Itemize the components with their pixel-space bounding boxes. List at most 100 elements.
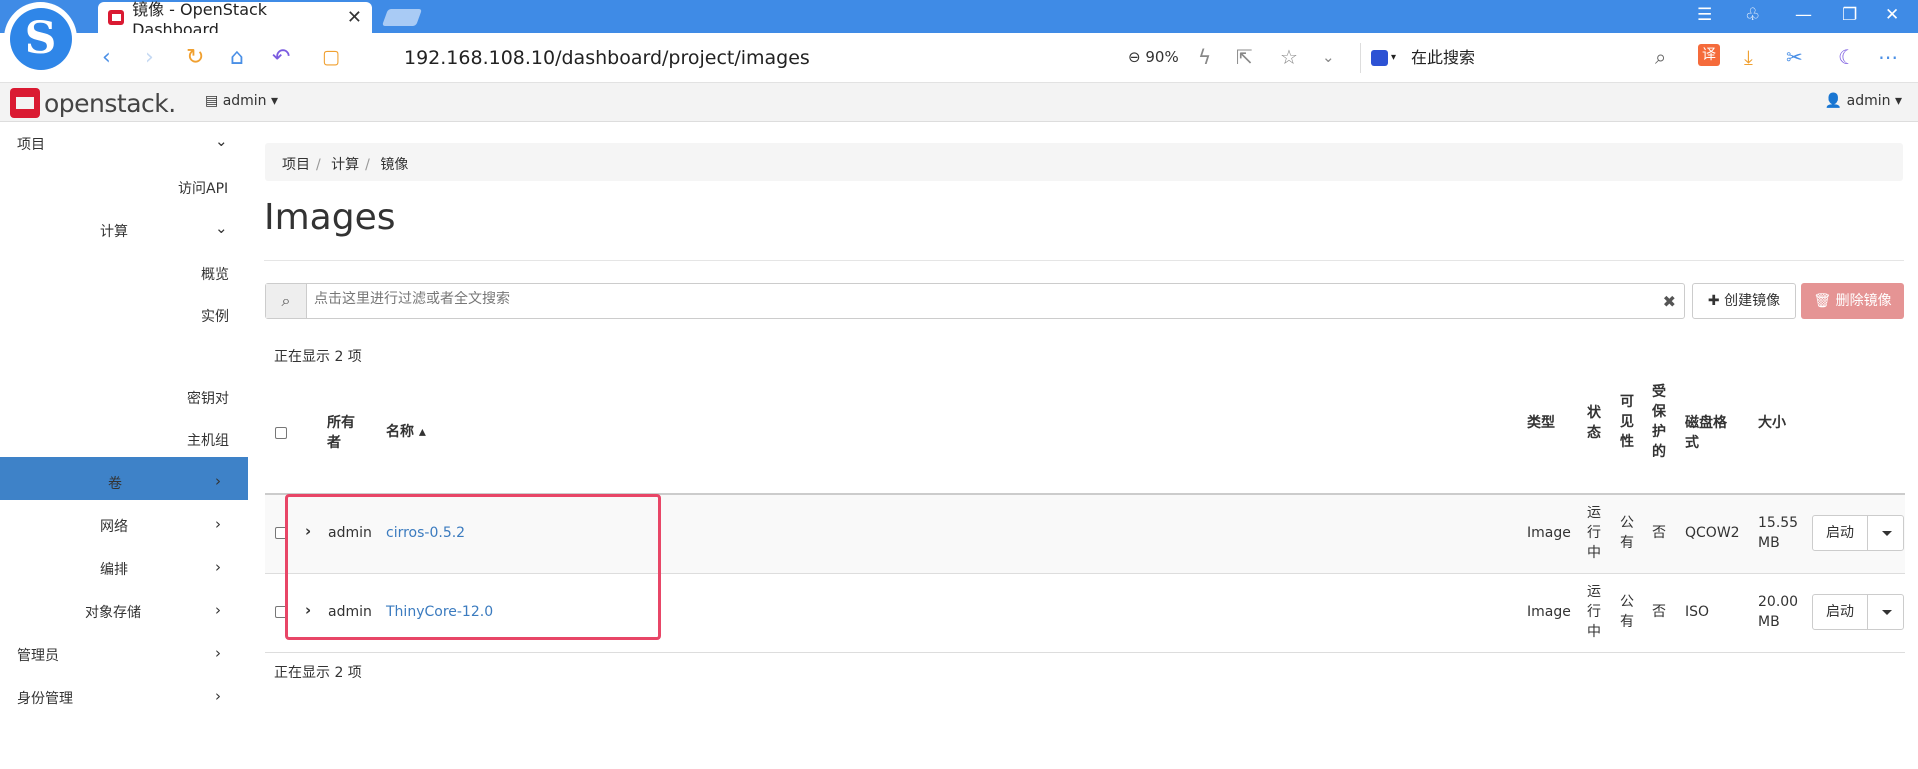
column-header-size[interactable]: 大小 <box>1758 413 1786 433</box>
sidebar-item-orchestration[interactable]: 编排 › <box>100 558 232 579</box>
select-all-checkbox[interactable] <box>275 427 287 439</box>
window-close-icon[interactable]: ✕ <box>1885 5 1899 25</box>
column-header-disk-format[interactable]: 磁盘格 式 <box>1685 413 1727 453</box>
header-line: 状 <box>1587 405 1601 421</box>
sidebar-item-label: 编排 <box>100 562 128 578</box>
search-engine-text: 在此搜索 <box>1411 48 1476 67</box>
create-image-label: 创建镜像 <box>1724 293 1781 309</box>
breadcrumb-item-project[interactable]: 项目 <box>282 157 310 173</box>
cell-line: 运 <box>1587 584 1601 600</box>
header-line: 性 <box>1620 434 1634 450</box>
trash-icon: 🗑 <box>1813 293 1832 309</box>
sidebar-item-api-access[interactable]: 访问API <box>178 178 228 198</box>
caret-icon: ▾ <box>1391 52 1397 63</box>
annotation-highlight-box <box>285 494 661 640</box>
sidebar-item-label: 主机组 <box>187 433 229 449</box>
cell-line: 行 <box>1587 604 1601 620</box>
sidebar-item-images[interactable]: 镜像 <box>201 347 229 367</box>
browser-logo-icon[interactable]: S <box>4 2 77 75</box>
search-icon: ⌕ <box>266 284 307 318</box>
user-menu[interactable]: 👤 admin ▾ <box>1825 93 1902 109</box>
reload-icon[interactable]: ↻ <box>186 45 204 70</box>
column-header-protected[interactable]: 受 保 护 的 <box>1652 382 1666 462</box>
download-icon[interactable]: ⤓ <box>1744 45 1753 69</box>
cell-line: 有 <box>1620 535 1634 551</box>
url-input[interactable]: 192.168.108.10/dashboard/project/images <box>404 47 810 69</box>
more-icon[interactable]: ⋯ <box>1878 45 1898 69</box>
zoom-level[interactable]: ⊖ 90% <box>1128 48 1179 66</box>
launch-button[interactable]: 启动 <box>1813 516 1868 550</box>
column-header-status[interactable]: 状 态 <box>1587 403 1601 443</box>
back-icon[interactable]: ‹ <box>102 45 111 70</box>
sidebar-item-label: 计算 <box>100 224 128 240</box>
restore-icon[interactable]: ❐ <box>1842 5 1857 25</box>
breadcrumb-item-compute[interactable]: 计算 <box>331 157 359 173</box>
column-header-name[interactable]: 名称 ▴ <box>386 422 426 442</box>
chevron-down-icon: ⌄ <box>215 132 228 150</box>
cell-line: 有 <box>1620 614 1634 630</box>
translate-icon[interactable]: 译 <box>1698 44 1720 66</box>
sidebar: 项目 ⌄ 访问API 计算 ⌄ 概览 实例 镜像 密钥对 主机组 卷 › 网络 … <box>0 122 248 769</box>
column-header-type[interactable]: 类型 <box>1527 413 1555 433</box>
sidebar-item-project[interactable]: 项目 ⌄ <box>17 132 232 154</box>
new-tab-button[interactable] <box>381 9 423 26</box>
home-icon[interactable]: ⌂ <box>230 45 244 70</box>
search-icon[interactable]: ⌕ <box>1655 45 1666 69</box>
header-line: 式 <box>1685 435 1699 451</box>
forward-icon[interactable]: › <box>145 45 154 70</box>
sidebar-item-identity[interactable]: 身份管理 › <box>17 687 232 708</box>
clear-icon[interactable]: ✖ <box>1663 292 1676 311</box>
sidebar-item-key-pairs[interactable]: 密钥对 <box>187 388 229 408</box>
night-mode-icon[interactable]: ☾ <box>1838 45 1856 69</box>
create-image-button[interactable]: ✚ 创建镜像 <box>1692 283 1796 319</box>
cell-size: 15.55 MB <box>1758 513 1798 553</box>
project-selector[interactable]: ▤ admin ▾ <box>205 93 278 109</box>
cell-line: 公 <box>1620 515 1634 531</box>
launch-button[interactable]: 启动 <box>1813 595 1868 629</box>
filter-bar: ⌕ ✖ <box>265 283 1685 319</box>
reader-icon[interactable]: ▢ <box>322 46 340 68</box>
logo-text: openstack. <box>44 88 176 118</box>
dropdown-caret-icon[interactable] <box>1882 610 1892 615</box>
minimize-icon[interactable]: — <box>1795 5 1812 25</box>
sidebar-item-object-store[interactable]: 对象存储 › <box>85 601 232 622</box>
filter-input[interactable] <box>314 291 1634 307</box>
chevron-right-icon: › <box>215 515 221 533</box>
sidebar-item-network[interactable]: 网络 › <box>100 515 232 536</box>
sidebar-item-volumes[interactable]: 卷 › <box>108 472 232 493</box>
page-title: Images <box>264 197 396 238</box>
chevron-right-icon: › <box>215 644 221 662</box>
openstack-logo-icon <box>10 88 40 118</box>
menu-icon[interactable]: ☰ <box>1697 5 1712 25</box>
star-icon[interactable]: ☆ <box>1280 45 1298 69</box>
sidebar-item-instances[interactable]: 实例 <box>201 306 229 326</box>
skin-icon[interactable]: ♧ <box>1745 5 1760 25</box>
lightning-icon[interactable]: ϟ <box>1198 45 1211 69</box>
delete-images-button[interactable]: 🗑 删除镜像 <box>1801 283 1904 319</box>
cell-line: 运 <box>1587 505 1601 521</box>
column-header-owner[interactable]: 所有 者 <box>327 413 355 453</box>
chevron-right-icon: › <box>215 601 221 619</box>
openstack-logo[interactable]: openstack. <box>10 88 176 118</box>
header-line: 可 <box>1620 394 1634 410</box>
sidebar-item-overview[interactable]: 概览 <box>201 264 229 284</box>
tab-close-icon[interactable]: ✕ <box>347 7 362 28</box>
dropdown-caret-icon[interactable] <box>1882 531 1892 536</box>
sidebar-item-compute[interactable]: 计算 ⌄ <box>100 219 232 241</box>
scissors-icon[interactable]: ✂ <box>1786 45 1803 69</box>
cell-line: 15.55 <box>1758 515 1799 531</box>
undo-icon[interactable]: ↶ <box>272 45 290 70</box>
browser-tab[interactable]: 镜像 - OpenStack Dashboard ✕ <box>98 0 372 39</box>
launch-split-button: 启动 <box>1812 594 1904 630</box>
sidebar-item-label: 网络 <box>100 519 128 535</box>
sidebar-item-label: 概览 <box>201 267 229 283</box>
share-icon[interactable]: ⇱ <box>1236 45 1253 69</box>
column-header-visibility[interactable]: 可 见 性 <box>1620 392 1634 452</box>
chevron-down-icon[interactable]: ⌄ <box>1322 48 1335 66</box>
sidebar-item-label: 镜像 <box>201 350 229 366</box>
header-line: 态 <box>1587 425 1601 441</box>
cell-type: Image <box>1527 604 1571 620</box>
cell-size: 20.00 MB <box>1758 592 1798 632</box>
sidebar-item-admin[interactable]: 管理员 › <box>17 644 232 665</box>
sidebar-item-server-groups[interactable]: 主机组 <box>187 430 229 450</box>
